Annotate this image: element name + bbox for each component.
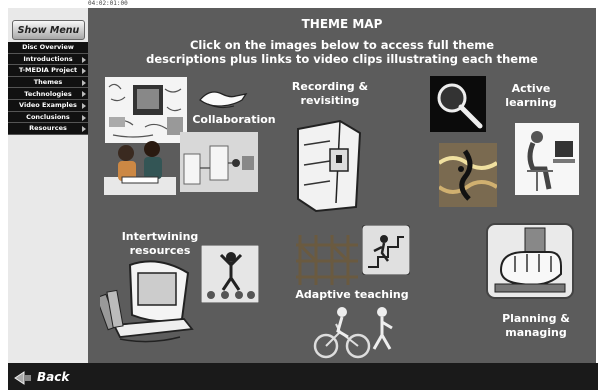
sidebar-item-disc-overview[interactable]: Disc Overview	[8, 42, 88, 54]
planning-label-line-2: managing	[505, 326, 567, 339]
intertwining-resources-label[interactable]: Intertwining resources	[120, 230, 200, 258]
recording-label-line-1: Recording &	[291, 80, 369, 93]
instructions-line-2: descriptions plus links to video clips i…	[146, 52, 538, 66]
sidebar-item-themes[interactable]: Themes	[8, 76, 88, 89]
hand-with-tool-image[interactable]	[485, 222, 575, 300]
bottom-bar	[8, 363, 598, 390]
filing-cabinet-image[interactable]	[290, 115, 366, 213]
sidebar-item-t-media-project[interactable]: T-MEDIA Project	[8, 65, 88, 77]
climbing-steps-image[interactable]	[362, 225, 410, 275]
page-title: THEME MAP	[301, 17, 383, 31]
collaboration-diagram-image[interactable]	[180, 132, 258, 192]
recording-label-line-2: revisiting	[300, 94, 360, 107]
active-learning-label[interactable]: Active learning	[498, 82, 564, 110]
arrow-right-icon	[82, 114, 86, 121]
hands-icon[interactable]	[198, 80, 248, 114]
arrow-right-icon	[82, 56, 86, 63]
collaboration-label[interactable]: Collaboration	[192, 113, 276, 127]
active-label-line-1: Active	[511, 82, 551, 95]
arrow-right-icon	[82, 79, 86, 86]
sidebar-item-introductions[interactable]: Introductions	[8, 53, 88, 66]
sidebar-item-label: Introductions	[23, 54, 73, 63]
magnifying-glass-image[interactable]	[430, 76, 486, 132]
sidebar-menu: Disc Overview Introductions T-MEDIA Proj…	[8, 42, 88, 135]
sidebar-item-label: Video Examples	[19, 101, 77, 110]
collaboration-screenshot-image[interactable]	[105, 77, 187, 143]
sidebar-item-label: T-MEDIA Project	[18, 66, 78, 75]
cheering-crowd-image[interactable]	[201, 245, 259, 303]
planning-managing-label[interactable]: Planning & managing	[498, 312, 574, 340]
adaptive-teaching-label[interactable]: Adaptive teaching	[292, 288, 412, 302]
back-button[interactable]: Back	[37, 370, 69, 384]
person-at-computer-image[interactable]	[515, 123, 579, 195]
sidebar-item-conclusions[interactable]: Conclusions	[8, 111, 88, 124]
planning-label-line-1: Planning &	[502, 312, 570, 325]
scaffolding-image[interactable]	[296, 233, 358, 285]
sidebar-item-label: Technologies	[24, 89, 72, 98]
dvd-menu-frame: 04:02:01:00 Show Menu Disc Overview Intr…	[0, 0, 603, 390]
sidebar-item-label: Themes	[33, 78, 63, 87]
sidebar-item-label: Disc Overview	[22, 43, 74, 52]
show-menu-button[interactable]: Show Menu	[12, 20, 85, 40]
active-label-line-2: learning	[505, 96, 557, 109]
abstract-face-art-image[interactable]	[439, 143, 497, 207]
arrow-right-icon	[82, 102, 86, 109]
arrow-right-icon	[82, 91, 86, 98]
sidebar: Show Menu Disc Overview Introductions T-…	[8, 8, 89, 363]
sidebar-item-label: Conclusions	[26, 112, 70, 121]
recording-revisiting-label[interactable]: Recording & revisiting	[290, 80, 370, 108]
timecode: 04:02:01:00	[88, 0, 128, 7]
sidebar-item-video-examples[interactable]: Video Examples	[8, 99, 88, 112]
collaborating-students-image[interactable]	[104, 137, 176, 195]
instructions-line-1: Click on the images below to access full…	[189, 38, 495, 52]
sidebar-item-resources[interactable]: Resources	[8, 123, 88, 135]
instructions-text: Click on the images below to access full…	[88, 38, 596, 66]
computer-with-books-image[interactable]	[100, 255, 200, 347]
sidebar-item-technologies[interactable]: Technologies	[8, 88, 88, 100]
right-edge	[596, 8, 603, 390]
intertwining-label-line-1: Intertwining	[121, 230, 199, 243]
arrow-right-icon	[82, 68, 86, 75]
back-arrow-icon[interactable]	[14, 371, 32, 385]
cyclists-image[interactable]	[312, 302, 404, 360]
sidebar-item-label: Resources	[29, 124, 67, 133]
arrow-right-icon	[82, 126, 86, 133]
